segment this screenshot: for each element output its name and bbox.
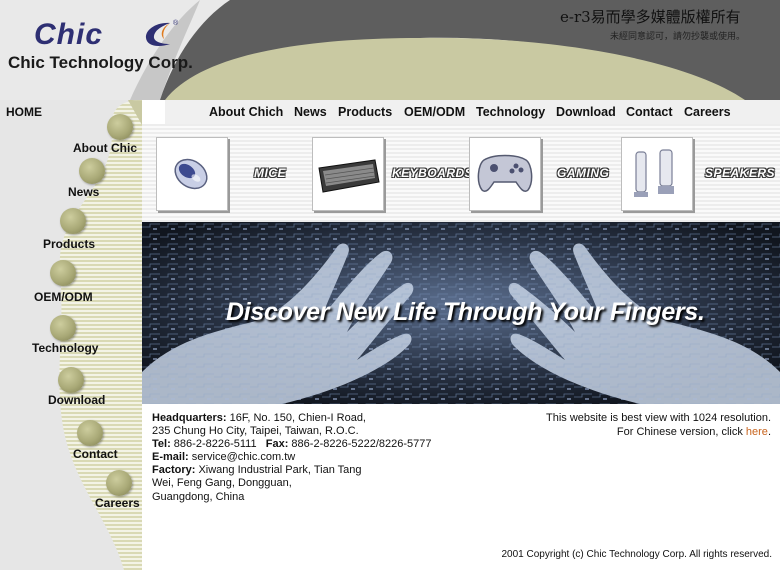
nav-bullet-icon [50, 315, 76, 341]
product-thumb-gaming[interactable] [469, 137, 541, 211]
copyright-notice-cn: 未經同意認可，請勿抄襲或使用。 [610, 32, 746, 42]
side-nav-about[interactable]: About Chic [73, 141, 137, 155]
fax-label: Fax: [265, 438, 289, 451]
top-nav-technology[interactable]: Technology [476, 105, 545, 119]
email-label: E-mail: [152, 451, 189, 464]
hq-address-line1: 16F, No. 150, Chien-I Road, [226, 412, 366, 424]
tel-label: Tel: [152, 438, 171, 451]
side-nav-careers[interactable]: Careers [95, 496, 140, 510]
chinese-version-link[interactable]: here [746, 426, 768, 438]
top-nav-news[interactable]: News [294, 105, 327, 119]
top-nav-careers[interactable]: Careers [684, 105, 731, 119]
side-nav-oem-odm[interactable]: OEM/ODM [34, 290, 93, 304]
product-label-mice[interactable]: MICE [254, 166, 286, 180]
factory-address-line1: Xiwang Industrial Park, Tian Tang [195, 464, 362, 477]
product-thumb-keyboards[interactable] [312, 137, 384, 211]
fax-value: 886-2-8226-5222/8226-5777 [288, 438, 432, 451]
chinese-version-note: For Chinese version, click [616, 426, 746, 438]
nav-bullet-icon [106, 470, 132, 496]
copyright-footer: 2001 Copyright (c) Chic Technology Corp.… [501, 549, 773, 560]
top-nav-contact[interactable]: Contact [626, 105, 673, 119]
product-label-keyboards[interactable]: KEYBOARDS [392, 166, 473, 180]
factory-address-line3: Guangdong, China [152, 490, 245, 503]
top-nav-about[interactable]: About Chich [209, 105, 283, 119]
side-nav-download[interactable]: Download [48, 393, 105, 407]
nav-bullet-icon [107, 114, 133, 140]
banner-tagline: Discover New Life Through Your Fingers. [226, 298, 705, 326]
chinese-version-period: . [767, 426, 771, 438]
gamepad-icon [477, 154, 533, 193]
site-notes: This website is best view with 1024 reso… [520, 411, 771, 439]
trademark-mark: ® [173, 20, 179, 27]
nav-bullet-icon [50, 260, 76, 286]
keyboard-icon [318, 159, 380, 193]
product-label-gaming[interactable]: GAMING [557, 166, 609, 180]
hq-address-line2: 235 Chung Ho City, Taipei, Taiwan, R.O.C… [152, 425, 359, 438]
hq-label: Headquarters: [152, 412, 227, 424]
top-nav-products[interactable]: Products [338, 105, 392, 119]
nav-bullet-icon [58, 367, 84, 393]
contact-info: Headquarters: 16F, No. 150, Chien-I Road… [152, 412, 432, 504]
product-thumb-speakers[interactable] [621, 137, 693, 211]
mouse-icon [174, 158, 208, 190]
email-value[interactable]: service@chic.com.tw [189, 451, 295, 463]
factory-address-line2: Wei, Feng Gang, Dongguan, [152, 477, 292, 490]
product-thumb-mice[interactable] [156, 137, 228, 211]
factory-label: Factory: [152, 464, 196, 477]
tel-value: 886-2-8226-5111 [170, 438, 257, 451]
logo-wordmark[interactable]: Chic [34, 18, 103, 52]
resolution-note: This website is best view with 1024 reso… [546, 412, 771, 424]
nav-bullet-icon [77, 420, 103, 446]
copyright-brand-cn: e-r3易而學多媒體版權所有 [560, 8, 741, 26]
logo-swoosh-icon [145, 22, 170, 46]
side-nav-products[interactable]: Products [43, 237, 95, 251]
top-nav-download[interactable]: Download [556, 105, 616, 119]
speakers-icon [634, 149, 674, 197]
company-name: Chic Technology Corp. [8, 53, 193, 72]
side-nav-technology[interactable]: Technology [32, 341, 98, 355]
top-nav-oem-odm[interactable]: OEM/ODM [404, 105, 465, 119]
nav-bullet-icon [60, 208, 86, 234]
product-label-speakers[interactable]: SPEAKERS [705, 166, 775, 180]
side-nav-contact[interactable]: Contact [73, 447, 118, 461]
side-nav-home[interactable]: HOME [6, 105, 42, 119]
side-nav-news[interactable]: News [68, 185, 99, 199]
nav-bullet-icon [79, 158, 105, 184]
